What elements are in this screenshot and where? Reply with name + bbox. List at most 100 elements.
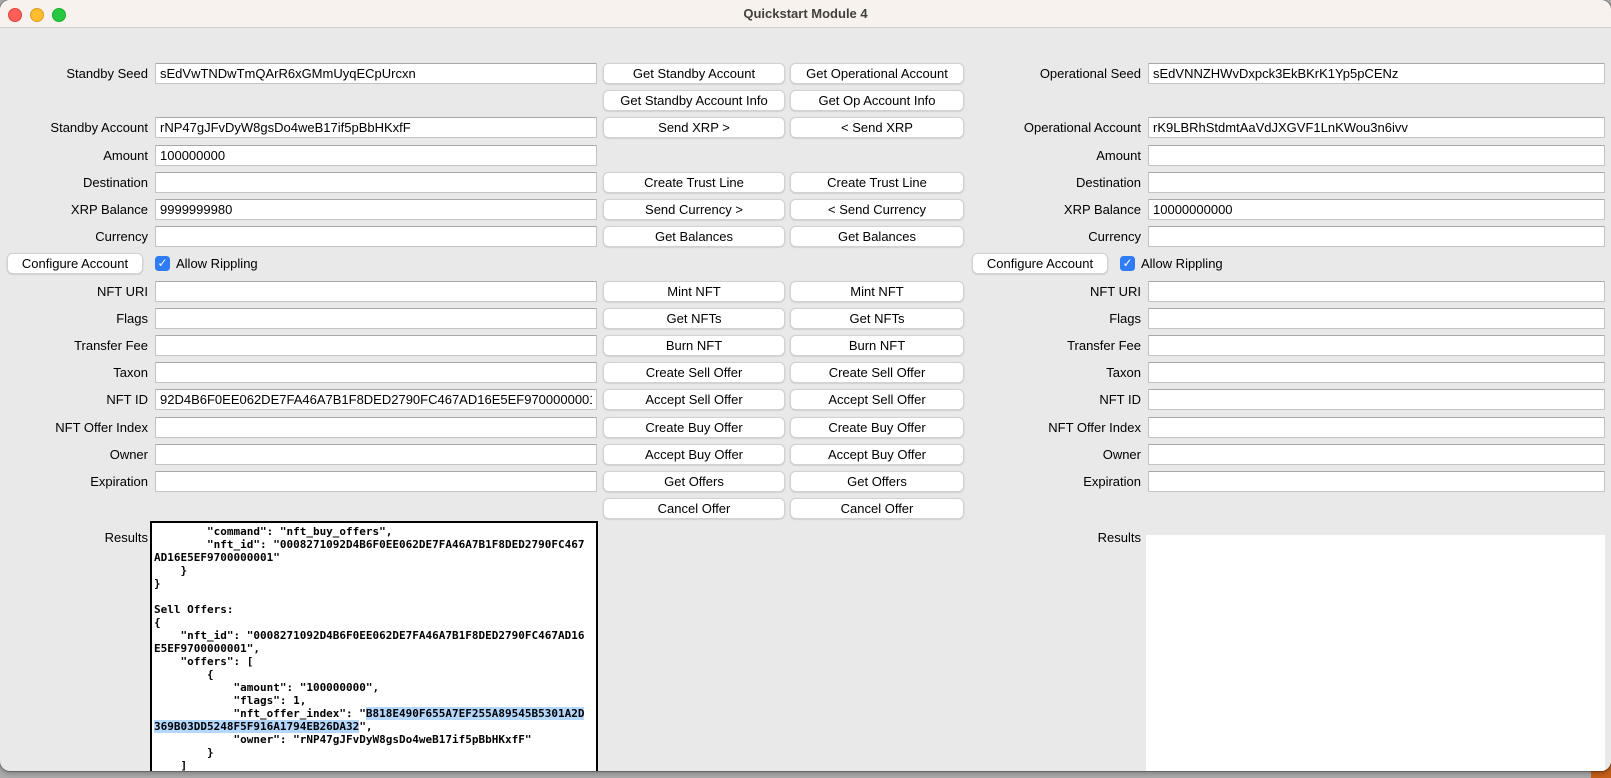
- standby-results-textarea[interactable]: "command": "nft_buy_offers", "nft_id": "…: [150, 521, 598, 771]
- operational-nft-id-label: NFT ID: [960, 389, 1141, 410]
- standby-account-label: Standby Account: [0, 117, 148, 138]
- operational-account-label: Operational Account: [960, 117, 1141, 138]
- op-burn-nft-button[interactable]: Burn NFT: [790, 335, 964, 356]
- standby-currency-label: Currency: [0, 226, 148, 247]
- op-get-nfts-button[interactable]: Get NFTs: [790, 308, 964, 329]
- standby-allow-rippling: ✓ Allow Rippling: [155, 253, 258, 274]
- standby-get-offers-button[interactable]: Get Offers: [603, 471, 785, 492]
- op-get-offers-button[interactable]: Get Offers: [790, 471, 964, 492]
- get-standby-account-button[interactable]: Get Standby Account: [603, 63, 785, 84]
- standby-owner-input[interactable]: [155, 444, 597, 465]
- operational-flags-input[interactable]: [1148, 308, 1605, 329]
- op-cancel-offer-button[interactable]: Cancel Offer: [790, 498, 964, 519]
- operational-expiration-label: Expiration: [960, 471, 1141, 492]
- operational-nft-uri-input[interactable]: [1148, 281, 1605, 302]
- operational-destination-label: Destination: [960, 172, 1141, 193]
- standby-transfer-fee-label: Transfer Fee: [0, 335, 148, 356]
- standby-expiration-label: Expiration: [0, 471, 148, 492]
- standby-transfer-fee-input[interactable]: [155, 335, 597, 356]
- standby-create-sell-offer-button[interactable]: Create Sell Offer: [603, 362, 785, 383]
- operational-owner-label: Owner: [960, 444, 1141, 465]
- operational-account-input[interactable]: [1148, 117, 1605, 138]
- standby-get-nfts-button[interactable]: Get NFTs: [603, 308, 785, 329]
- standby-expiration-input[interactable]: [155, 471, 597, 492]
- standby-destination-input[interactable]: [155, 172, 597, 193]
- standby-seed-input[interactable]: [155, 63, 597, 84]
- operational-expiration-input[interactable]: [1148, 471, 1605, 492]
- op-send-xrp-button[interactable]: < Send XRP: [790, 117, 964, 138]
- standby-flags-label: Flags: [0, 308, 148, 329]
- op-accept-sell-offer-button[interactable]: Accept Sell Offer: [790, 389, 964, 410]
- operational-owner-input[interactable]: [1148, 444, 1605, 465]
- standby-currency-input[interactable]: [155, 226, 597, 247]
- standby-nft-offer-index-input[interactable]: [155, 417, 597, 438]
- op-allow-rippling-label: Allow Rippling: [1141, 256, 1223, 271]
- operational-taxon-label: Taxon: [960, 362, 1141, 383]
- standby-destination-label: Destination: [0, 172, 148, 193]
- op-allow-rippling: ✓ Allow Rippling: [1120, 253, 1223, 274]
- standby-taxon-input[interactable]: [155, 362, 597, 383]
- standby-results-text: "command": "nft_buy_offers", "nft_id": "…: [152, 523, 596, 771]
- standby-accept-sell-offer-button[interactable]: Accept Sell Offer: [603, 389, 785, 410]
- op-allow-rippling-checkbox[interactable]: ✓: [1120, 256, 1135, 271]
- operational-xrp-balance-input[interactable]: [1148, 199, 1605, 220]
- standby-xrp-balance-input[interactable]: [155, 199, 597, 220]
- operational-seed-label: Operational Seed: [960, 63, 1141, 84]
- standby-taxon-label: Taxon: [0, 362, 148, 383]
- standby-get-balances-button[interactable]: Get Balances: [603, 226, 785, 247]
- operational-destination-input[interactable]: [1148, 172, 1605, 193]
- window-title: Quickstart Module 4: [0, 0, 1611, 27]
- standby-send-xrp-button[interactable]: Send XRP >: [603, 117, 785, 138]
- standby-nft-id-input[interactable]: [155, 389, 597, 410]
- operational-taxon-input[interactable]: [1148, 362, 1605, 383]
- standby-accept-buy-offer-button[interactable]: Accept Buy Offer: [603, 444, 785, 465]
- standby-nft-uri-input[interactable]: [155, 281, 597, 302]
- standby-mint-nft-button[interactable]: Mint NFT: [603, 281, 785, 302]
- operational-transfer-fee-label: Transfer Fee: [960, 335, 1141, 356]
- standby-cancel-offer-button[interactable]: Cancel Offer: [603, 498, 785, 519]
- get-operational-account-button[interactable]: Get Operational Account: [790, 63, 964, 84]
- op-create-trust-line-button[interactable]: Create Trust Line: [790, 172, 964, 193]
- operational-results-textarea[interactable]: [1146, 535, 1605, 771]
- titlebar: Quickstart Module 4: [0, 0, 1611, 28]
- op-create-sell-offer-button[interactable]: Create Sell Offer: [790, 362, 964, 383]
- op-create-buy-offer-button[interactable]: Create Buy Offer: [790, 417, 964, 438]
- standby-burn-nft-button[interactable]: Burn NFT: [603, 335, 785, 356]
- operational-results-text: [1146, 535, 1605, 539]
- standby-amount-label: Amount: [0, 145, 148, 166]
- standby-amount-input[interactable]: [155, 145, 597, 166]
- operational-nft-offer-index-label: NFT Offer Index: [960, 417, 1141, 438]
- standby-allow-rippling-checkbox[interactable]: ✓: [155, 256, 170, 271]
- operational-nft-offer-index-input[interactable]: [1148, 417, 1605, 438]
- get-op-account-info-button[interactable]: Get Op Account Info: [790, 90, 964, 111]
- standby-create-buy-offer-button[interactable]: Create Buy Offer: [603, 417, 785, 438]
- standby-allow-rippling-label: Allow Rippling: [176, 256, 258, 271]
- operational-currency-input[interactable]: [1148, 226, 1605, 247]
- op-get-balances-button[interactable]: Get Balances: [790, 226, 964, 247]
- operational-seed-input[interactable]: [1148, 63, 1605, 84]
- operational-transfer-fee-input[interactable]: [1148, 335, 1605, 356]
- operational-currency-label: Currency: [960, 226, 1141, 247]
- op-mint-nft-button[interactable]: Mint NFT: [790, 281, 964, 302]
- operational-nft-uri-label: NFT URI: [960, 281, 1141, 302]
- standby-nft-offer-index-label: NFT Offer Index: [0, 417, 148, 438]
- operational-flags-label: Flags: [960, 308, 1141, 329]
- standby-send-currency-button[interactable]: Send Currency >: [603, 199, 785, 220]
- get-standby-account-info-button[interactable]: Get Standby Account Info: [603, 90, 785, 111]
- standby-account-input[interactable]: [155, 117, 597, 138]
- op-configure-account-button[interactable]: Configure Account: [972, 253, 1108, 274]
- standby-create-trust-line-button[interactable]: Create Trust Line: [603, 172, 785, 193]
- app-window: Quickstart Module 4 Standby Seed Standby…: [0, 0, 1611, 771]
- operational-xrp-balance-label: XRP Balance: [960, 199, 1141, 220]
- op-accept-buy-offer-button[interactable]: Accept Buy Offer: [790, 444, 964, 465]
- operational-nft-id-input[interactable]: [1148, 389, 1605, 410]
- operational-amount-label: Amount: [960, 145, 1141, 166]
- standby-configure-account-button[interactable]: Configure Account: [7, 253, 143, 274]
- standby-xrp-balance-label: XRP Balance: [0, 199, 148, 220]
- standby-owner-label: Owner: [0, 444, 148, 465]
- op-send-currency-button[interactable]: < Send Currency: [790, 199, 964, 220]
- standby-seed-label: Standby Seed: [0, 63, 148, 84]
- operational-amount-input[interactable]: [1148, 145, 1605, 166]
- standby-nft-id-label: NFT ID: [0, 389, 148, 410]
- standby-flags-input[interactable]: [155, 308, 597, 329]
